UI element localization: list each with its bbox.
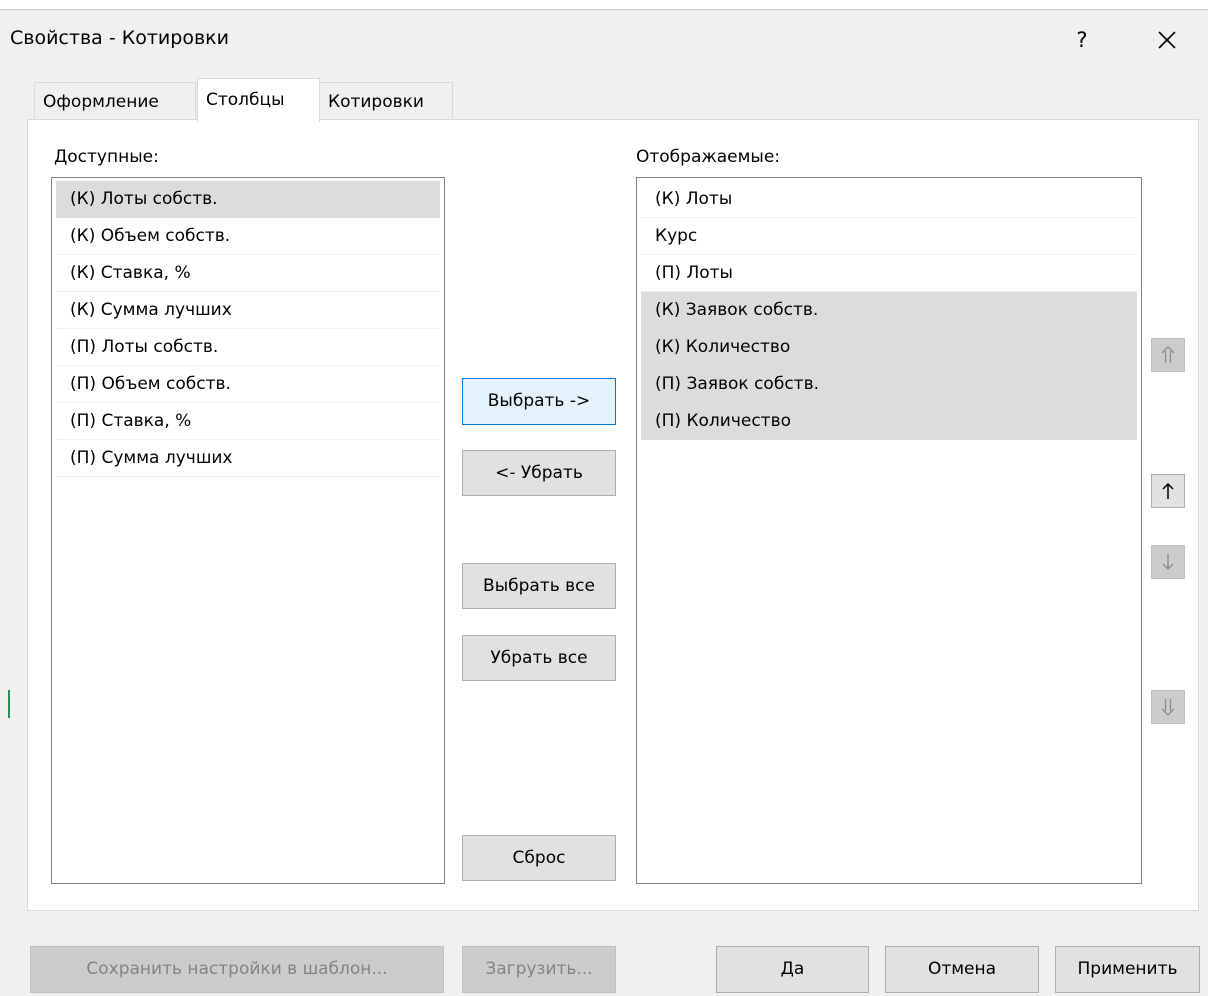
displayed-item[interactable]: (П) Лоты — [641, 255, 1137, 292]
available-item[interactable]: (П) Лоты собств. — [56, 329, 440, 366]
available-item[interactable]: (К) Сумма лучших — [56, 292, 440, 329]
load-button[interactable]: Загрузить... — [462, 946, 616, 993]
ok-button[interactable]: Да — [716, 946, 869, 993]
background-window-strip — [0, 0, 1208, 10]
move-down-button[interactable] — [1151, 545, 1185, 579]
available-item[interactable]: (П) Сумма лучших — [56, 440, 440, 477]
arrow-down-icon — [1162, 554, 1174, 570]
remove-all-button[interactable]: Убрать все — [462, 635, 616, 681]
available-item[interactable]: (К) Объем собств. — [56, 218, 440, 255]
move-top-button[interactable] — [1151, 338, 1185, 372]
move-bottom-button[interactable] — [1151, 690, 1185, 724]
save-template-button[interactable]: Сохранить настройки в шаблон... — [30, 946, 444, 993]
displayed-item[interactable]: (П) Заявок собств. — [641, 366, 1137, 403]
tab-quotes[interactable]: Котировки — [319, 82, 453, 118]
tab-appearance[interactable]: Оформление — [34, 82, 196, 118]
close-button[interactable] — [1140, 20, 1194, 60]
title-bar: Свойства - Котировки ? — [0, 10, 1208, 70]
displayed-list[interactable]: (К) Лоты Курс (П) Лоты (К) Заявок собств… — [636, 177, 1142, 884]
displayed-item[interactable]: Курс — [641, 218, 1137, 255]
displayed-item[interactable]: (П) Количество — [641, 403, 1137, 440]
tab-columns[interactable]: Столбцы — [197, 78, 320, 122]
available-list[interactable]: (К) Лоты собств. (К) Объем собств. (К) С… — [51, 177, 445, 884]
available-item[interactable]: (К) Лоты собств. — [56, 181, 440, 218]
double-arrow-down-icon — [1161, 699, 1175, 716]
select-all-button[interactable]: Выбрать все — [462, 563, 616, 609]
double-arrow-up-icon — [1161, 346, 1175, 363]
displayed-item[interactable]: (К) Количество — [641, 329, 1137, 366]
displayed-item[interactable]: (К) Лоты — [641, 181, 1137, 218]
close-icon — [1158, 31, 1176, 49]
available-label: Доступные: — [54, 147, 159, 167]
available-item[interactable]: (П) Ставка, % — [56, 403, 440, 440]
apply-button[interactable]: Применить — [1055, 946, 1200, 993]
select-button[interactable]: Выбрать -> — [462, 378, 616, 425]
reset-button[interactable]: Сброс — [462, 835, 616, 881]
displayed-item[interactable]: (К) Заявок собств. — [641, 292, 1137, 329]
cancel-button[interactable]: Отмена — [885, 946, 1039, 993]
window-title: Свойства - Котировки — [10, 27, 229, 49]
displayed-label: Отображаемые: — [636, 147, 781, 167]
edge-marker — [8, 690, 10, 718]
help-button[interactable]: ? — [1062, 22, 1102, 58]
remove-button[interactable]: <- Убрать — [462, 450, 616, 496]
available-item[interactable]: (П) Объем собств. — [56, 366, 440, 403]
available-item[interactable]: (К) Ставка, % — [56, 255, 440, 292]
arrow-up-icon — [1162, 482, 1174, 499]
move-up-button[interactable] — [1151, 474, 1185, 508]
